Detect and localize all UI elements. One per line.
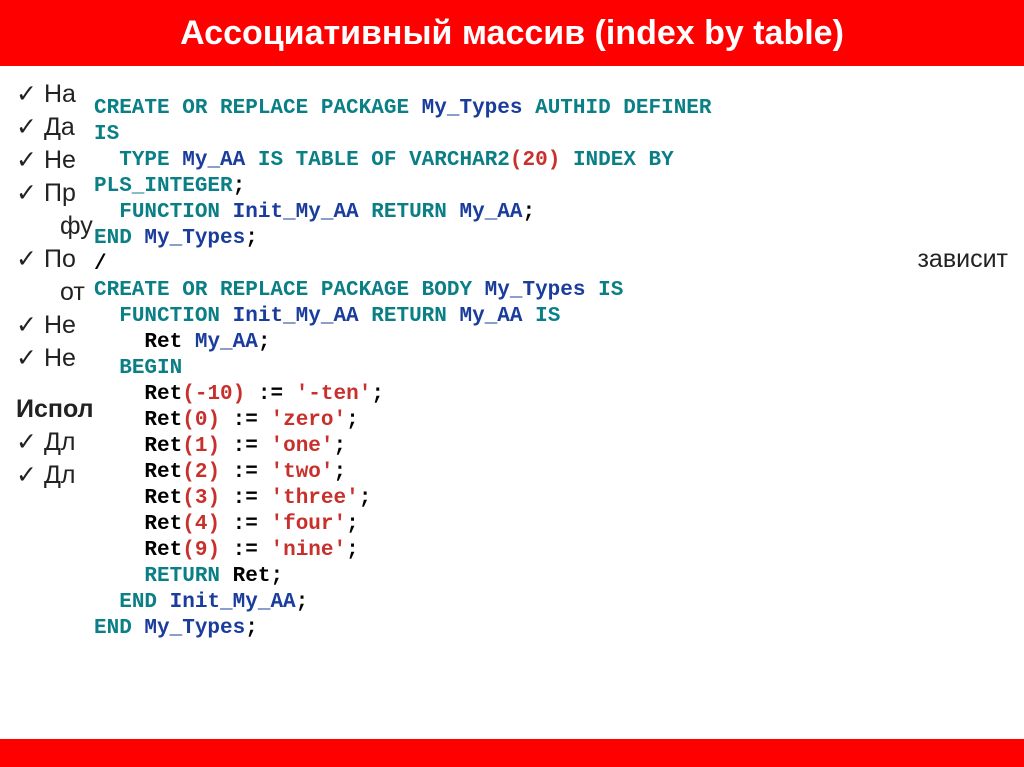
checkmark-icon: ✓ xyxy=(16,309,44,342)
checkmark-icon: ✓ xyxy=(16,243,44,276)
checkmark-icon: ✓ xyxy=(16,177,44,210)
bullet-fragment: Дл xyxy=(44,461,76,489)
slide-title: Ассоциативный массив (index by table) xyxy=(180,14,844,53)
bullet-fragment: от xyxy=(60,278,85,306)
bullet-fragment: Не xyxy=(44,344,76,372)
section-heading-fragment: Испол xyxy=(16,395,94,423)
checkmark-icon: ✓ xyxy=(16,78,44,111)
bullet-fragment: На xyxy=(44,80,76,108)
bullet-fragment: Не xyxy=(44,146,76,174)
bullet-fragment: Да xyxy=(44,113,75,141)
bullet-fragment: По xyxy=(44,245,76,273)
checkmark-icon: ✓ xyxy=(16,426,44,459)
bullet-fragment: Дл xyxy=(44,428,76,456)
title-bar: Ассоциативный массив (index by table) xyxy=(0,0,1024,66)
slide: Ассоциативный массив (index by table) ✓Н… xyxy=(0,0,1024,767)
footer-bar xyxy=(0,739,1024,767)
bullet-fragment: фу xyxy=(60,212,93,240)
checkmark-icon: ✓ xyxy=(16,144,44,177)
checkmark-icon: ✓ xyxy=(16,111,44,144)
checkmark-icon: ✓ xyxy=(16,342,44,375)
checkmark-icon: ✓ xyxy=(16,459,44,492)
bullet-fragment: Не xyxy=(44,311,76,339)
code-block: CREATE OR REPLACE PACKAGE My_Types AUTHI… xyxy=(94,70,734,740)
bullet-fragment-tail: зависит xyxy=(917,243,1008,276)
bullet-fragment: Пр xyxy=(44,179,76,207)
